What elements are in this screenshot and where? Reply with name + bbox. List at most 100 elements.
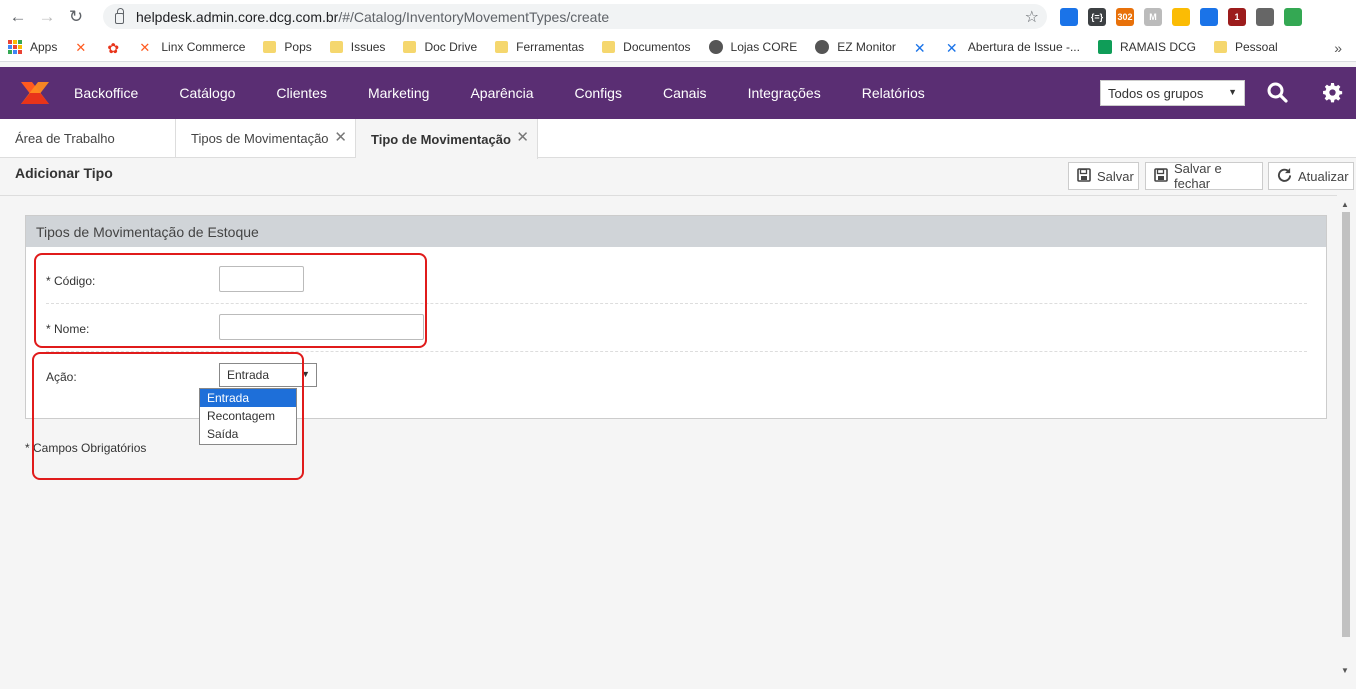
save-label: Salvar	[1097, 168, 1134, 184]
bookmark-item[interactable]: RAMAIS DCG	[1097, 40, 1196, 54]
ext-1-icon[interactable]	[1060, 8, 1078, 26]
linx-x-icon: ✕	[139, 40, 151, 55]
bookmark-label: Pessoal	[1235, 40, 1278, 54]
bookmark-item[interactable]: Documentos	[602, 40, 691, 54]
lock-icon	[115, 7, 124, 24]
bookmark-item[interactable]: ✕	[913, 40, 936, 56]
gear-icon[interactable]	[1322, 82, 1343, 106]
confluence-icon: ✕	[945, 40, 958, 56]
tab-area-de-trabalho[interactable]: Área de Trabalho	[0, 119, 176, 158]
browser-toolbar: ← → ↻ helpdesk.admin.core.dcg.com.br/#/C…	[0, 0, 1356, 33]
linx-logo-icon[interactable]	[18, 76, 52, 110]
divider	[0, 195, 1337, 196]
scrollbar-thumb[interactable]	[1342, 212, 1350, 637]
bookmark-item[interactable]: Pops	[263, 40, 312, 54]
save-button[interactable]: Salvar	[1068, 162, 1139, 190]
bookmark-label: Apps	[30, 40, 58, 54]
menu-item[interactable]: Relatórios	[862, 85, 925, 101]
bookmark-item[interactable]: Pessoal	[1214, 40, 1278, 54]
bookmark-label: Ferramentas	[516, 40, 585, 54]
menu-item[interactable]: Integrações	[748, 85, 821, 101]
bookmark-label: Abertura de Issue -...	[967, 40, 1080, 54]
back-icon[interactable]: ←	[7, 6, 29, 28]
globe-icon	[815, 40, 830, 54]
forward-icon[interactable]: →	[36, 6, 58, 28]
ext-json-icon[interactable]: {=}	[1088, 8, 1106, 26]
bookmark-item[interactable]: ✿	[107, 40, 129, 56]
save-and-close-label: Salvar e fechar	[1174, 161, 1222, 191]
url-path: /#/Catalog/InventoryMovementTypes/create	[338, 8, 610, 25]
folder-icon	[329, 41, 343, 53]
bookmark-item[interactable]: Issues	[329, 40, 386, 54]
flower-icon: ✿	[107, 40, 120, 56]
bookmark-label: Lojas CORE	[730, 40, 798, 54]
folder-icon	[403, 41, 417, 53]
group-select-value: Todos os grupos	[1108, 85, 1204, 101]
menu-item[interactable]: Configs	[575, 85, 622, 101]
menu-item[interactable]: Marketing	[368, 85, 429, 101]
extension-icons: {=} 302 M 1	[1060, 6, 1302, 28]
bookmark-label: Linx Commerce	[161, 40, 246, 54]
scroll-up-icon[interactable]: ▲	[1341, 200, 1349, 209]
scroll-down-icon[interactable]: ▼	[1341, 666, 1349, 675]
globe-icon	[708, 40, 723, 54]
folder-icon	[602, 41, 616, 53]
menu-item[interactable]: Backoffice	[74, 85, 138, 101]
address-bar[interactable]: helpdesk.admin.core.dcg.com.br/#/Catalog…	[103, 4, 1047, 29]
save-and-close-button[interactable]: Salvar e fechar	[1145, 161, 1263, 191]
close-icon[interactable]: ✕	[516, 128, 529, 146]
reload-icon[interactable]: ↻	[65, 6, 87, 28]
ext-profile-icon[interactable]	[1256, 8, 1274, 26]
ext-r-icon[interactable]	[1200, 8, 1218, 26]
bookmark-item[interactable]: ✕ Abertura de Issue -...	[945, 40, 1080, 56]
menu-item[interactable]: Clientes	[276, 85, 327, 101]
ext-circle-icon[interactable]	[1172, 8, 1190, 26]
bookmark-item[interactable]: EZ Monitor	[815, 40, 896, 54]
sheets-icon	[1097, 40, 1112, 54]
ext-green-icon[interactable]	[1284, 8, 1302, 26]
confluence-icon: ✕	[913, 40, 926, 56]
search-icon[interactable]	[1267, 82, 1288, 106]
ext-302-icon[interactable]: 302	[1116, 8, 1134, 26]
bookmark-item[interactable]: ✕	[75, 40, 97, 55]
menu-item[interactable]: Catálogo	[179, 85, 235, 101]
folder-icon	[263, 41, 277, 53]
floppy-icon	[1077, 167, 1091, 185]
bookmark-item[interactable]: Doc Drive	[403, 40, 477, 54]
tab-label: Tipo de Movimentação d	[371, 131, 511, 147]
menu-item[interactable]: Canais	[663, 85, 707, 101]
ext-m-icon[interactable]: M	[1144, 8, 1162, 26]
bookmark-label: EZ Monitor	[837, 40, 896, 54]
menu-item[interactable]: Aparência	[470, 85, 533, 101]
url-host: helpdesk.admin.core.dcg.com.br	[136, 8, 339, 25]
floppy-icon	[1154, 167, 1168, 185]
tab-tipo-movimentacao[interactable]: Tipo de Movimentação d ✕	[356, 119, 538, 159]
apps-grid-icon	[8, 40, 22, 54]
main-menu: Backoffice Catálogo Clientes Marketing Aparê…	[74, 85, 966, 101]
scrollbar[interactable]: ▲ ▼	[1340, 200, 1352, 680]
bookmark-item[interactable]: Lojas CORE	[708, 40, 798, 54]
tab-strip: Área de Trabalho Tipos de Movimentação d…	[0, 119, 1356, 159]
refresh-button[interactable]: Atualizar	[1268, 162, 1354, 190]
bookmarks-more-icon[interactable]: »	[1334, 40, 1342, 56]
folder-icon	[495, 41, 509, 53]
linx-x-icon: ✕	[75, 40, 87, 55]
chevron-down-icon: ▼	[1228, 87, 1237, 97]
bookmark-label: Documentos	[623, 40, 691, 54]
group-select[interactable]: Todos os grupos ▼	[1100, 80, 1245, 106]
bookmark-label: Issues	[350, 40, 386, 54]
highlight-box-required-fields	[34, 253, 427, 348]
bookmark-apps[interactable]: Apps	[8, 40, 57, 54]
bookmark-label: Pops	[284, 40, 312, 54]
highlight-box-acao	[32, 352, 304, 480]
refresh-label: Atualizar	[1298, 168, 1349, 184]
bookmark-label: RAMAIS DCG	[1119, 40, 1196, 54]
tab-tipos-movimentacao[interactable]: Tipos de Movimentação d ✕	[176, 119, 356, 158]
bookmark-star-icon[interactable]: ☆	[1025, 7, 1039, 27]
bookmark-item[interactable]: ✕ Linx Commerce	[139, 40, 246, 55]
ext-u-icon[interactable]: 1	[1228, 8, 1246, 26]
bookmark-item[interactable]: Ferramentas	[495, 40, 584, 54]
folder-icon	[1214, 41, 1227, 53]
close-icon[interactable]: ✕	[334, 128, 347, 146]
tab-label: Tipos de Movimentação d	[191, 131, 331, 146]
